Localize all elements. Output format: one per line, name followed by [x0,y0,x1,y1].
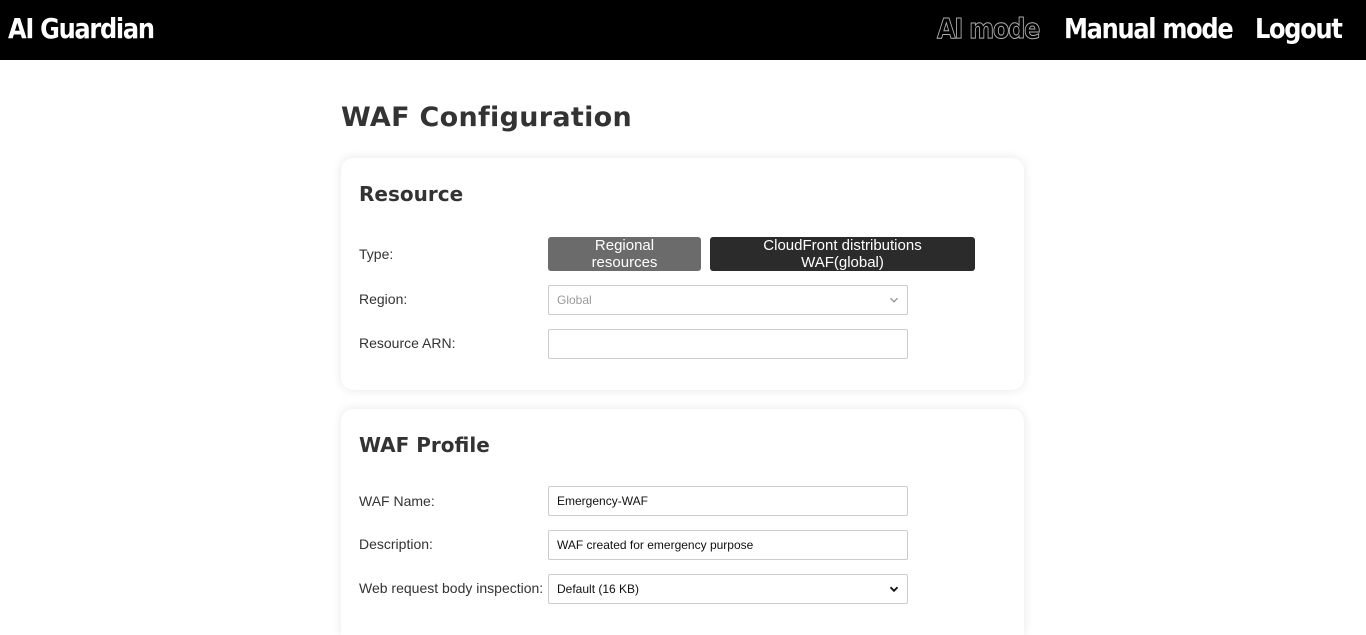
nav-logout[interactable]: Logout [1255,12,1343,45]
region-label: Region: [359,291,408,307]
regional-resources-button[interactable]: Regional resources [548,237,701,271]
cloudfront-distributions-button[interactable]: CloudFront distributions WAF(global) [710,237,975,271]
resource-card: Resource Type: Regional resources CloudF… [341,158,1024,390]
chevron-down-icon [889,586,899,593]
waf-name-value: Emergency-WAF [557,494,648,508]
description-input[interactable]: WAF created for emergency purpose [548,530,908,560]
resource-arn-input[interactable] [548,329,908,359]
resource-card-title: Resource [359,182,464,206]
description-value: WAF created for emergency purpose [557,538,754,552]
region-select[interactable]: Global [548,285,908,315]
body-inspection-label: Web request body inspection: [359,580,544,596]
chevron-down-icon [889,297,899,303]
top-navbar: AI Guardian AI mode Manual mode Logout [0,0,1366,60]
nav-ai-mode[interactable]: AI mode [937,12,1041,46]
waf-profile-card-title: WAF Profile [359,433,490,457]
brand-logo[interactable]: AI Guardian [8,12,155,45]
region-select-value: Global [557,293,592,307]
body-inspection-select[interactable]: Default (16 KB) [548,574,908,604]
waf-name-label: WAF Name: [359,493,435,509]
waf-name-input[interactable]: Emergency-WAF [548,486,908,516]
page-title: WAF Configuration [341,102,633,133]
description-label: Description: [359,536,433,552]
waf-profile-card: WAF Profile WAF Name: Emergency-WAF Desc… [341,409,1024,635]
body-inspection-value: Default (16 KB) [557,582,640,596]
resource-arn-label: Resource ARN: [359,335,456,351]
type-label: Type: [359,246,394,262]
nav-manual-mode[interactable]: Manual mode [1064,12,1234,45]
